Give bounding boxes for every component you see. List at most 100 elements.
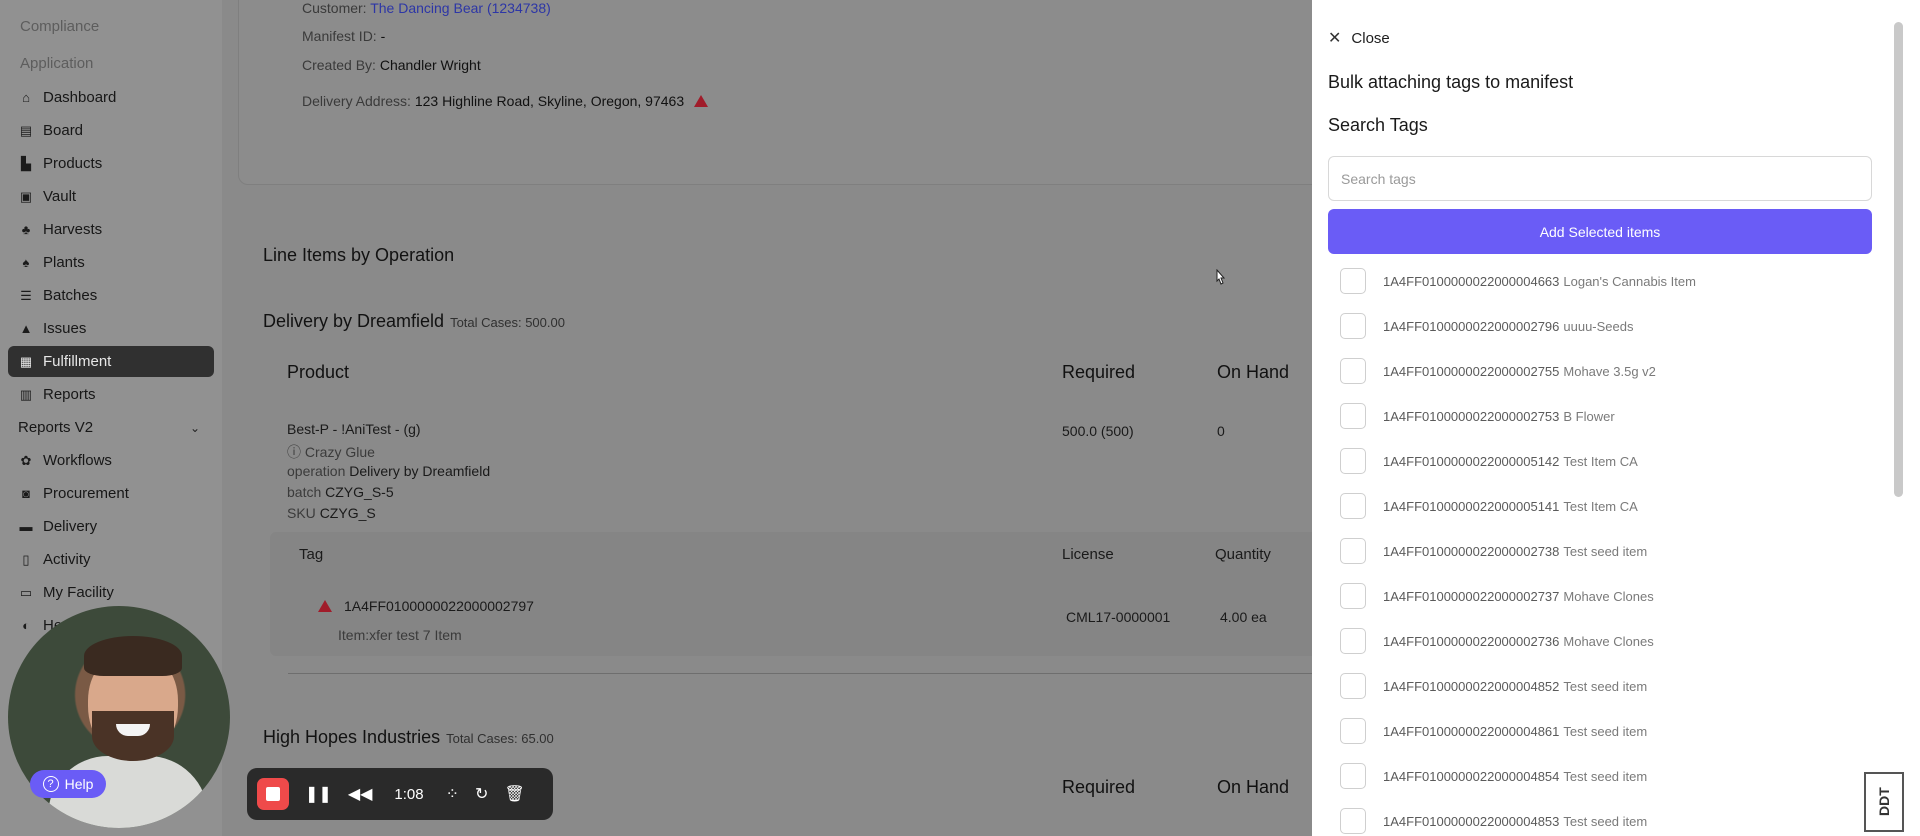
add-selected-items-button[interactable]: Add Selected items <box>1328 209 1872 254</box>
tag-checkbox[interactable] <box>1340 718 1366 744</box>
created-by-line: Created By: Chandler Wright <box>302 57 481 73</box>
pause-icon[interactable]: ❚❚ <box>305 784 332 804</box>
chart-icon: ▥ <box>19 386 33 402</box>
product-batch: batch CZYG_S-5 <box>287 484 394 500</box>
col-tag-header: Tag <box>299 546 324 563</box>
tag-checkbox[interactable] <box>1340 448 1366 474</box>
tag-checkbox[interactable] <box>1340 628 1366 654</box>
tag-list-item[interactable]: 1A4FF0100000022000002737 Mohave Clones <box>1340 583 1654 609</box>
sidebar-item-products[interactable]: ▙ Products <box>8 148 214 179</box>
col-required-header: Required <box>1062 362 1136 382</box>
stop-icon <box>266 787 280 801</box>
tag-checkbox[interactable] <box>1340 493 1366 519</box>
tag-list-item[interactable]: 1A4FF0100000022000005141 Test Item CA <box>1340 493 1638 519</box>
tag-list-item[interactable]: 1A4FF0100000022000004854 Test seed item <box>1340 763 1647 789</box>
recording-toolbar: ❚❚ ◀◀ 1:08 ⁘ ↻ 🗑 <box>247 768 553 820</box>
tag-checkbox[interactable] <box>1340 403 1366 429</box>
col-product-header: Product <box>287 362 350 382</box>
sidebar-item-delivery[interactable]: ▬ Delivery <box>8 511 214 542</box>
sidebar-section-compliance[interactable]: Compliance <box>20 18 99 35</box>
rewind-icon[interactable]: ◀◀ <box>348 784 373 804</box>
sidebar-item-batches[interactable]: ☰ Batches <box>8 280 214 311</box>
bag-icon: ◙ <box>22 486 30 501</box>
tag-list-item[interactable]: 1A4FF0100000022000004852 Test seed item <box>1340 673 1647 699</box>
tag-checkbox[interactable] <box>1340 673 1366 699</box>
tag-list-item[interactable]: 1A4FF0100000022000002736 Mohave Clones <box>1340 628 1654 654</box>
home-icon: ⌂ <box>22 90 30 105</box>
tag-checkbox[interactable] <box>1340 763 1366 789</box>
recording-timer: 1:08 <box>394 785 424 803</box>
tag-item-name: Item:xfer test 7 Item <box>338 627 462 643</box>
tag-checkbox[interactable] <box>1340 583 1366 609</box>
tag-list-item[interactable]: 1A4FF0100000022000004861 Test seed item <box>1340 718 1647 744</box>
tag-list-item[interactable]: 1A4FF0100000022000005142 Test Item CA <box>1340 448 1638 474</box>
pointer-cursor-icon <box>1216 269 1226 285</box>
warning-icon: ▲ <box>19 321 33 336</box>
board-icon: ▤ <box>19 122 33 138</box>
question-icon: ? <box>42 776 59 792</box>
col-required-header-2: Required <box>1062 777 1136 797</box>
tag-quantity: 4.00 ea <box>1220 609 1267 625</box>
help-button[interactable]: ? Help <box>30 770 106 798</box>
group-total-cases: Total Cases: 65.00 <box>446 731 554 746</box>
products-icon: ▙ <box>21 155 31 171</box>
tag-checkbox[interactable] <box>1340 268 1366 294</box>
trash-icon[interactable]: 🗑 <box>504 784 524 804</box>
sidebar-item-dashboard[interactable]: ⌂ Dashboard <box>8 82 214 113</box>
sidebar-item-board[interactable]: ▤ Board <box>8 115 214 146</box>
sidebar-item-harvests[interactable]: ♣ Harvests <box>8 214 214 245</box>
grid-icon[interactable]: ⁘ <box>446 784 459 804</box>
info-icon: ⓘ <box>287 444 305 460</box>
truck-icon: ▬ <box>19 519 33 534</box>
col-onhand-header-2: On Hand <box>1217 777 1290 797</box>
headset-icon: ◐ <box>22 618 30 633</box>
sidebar-item-reports-v2[interactable]: Reports V2 ⌄ <box>8 412 214 443</box>
bulk-tag-drawer: ✕ Close Bulk attaching tags to manifest S… <box>1312 0 1890 836</box>
fulfillment-icon: ▦ <box>19 353 33 369</box>
group-title-high-hopes: High Hopes Industries Total Cases: 65.00 <box>263 727 554 747</box>
search-tags-input[interactable] <box>1328 156 1872 201</box>
tag-list-item[interactable]: 1A4FF0100000022000004663 Logan's Cannabis… <box>1340 268 1696 294</box>
drawer-title: Bulk attaching tags to manifest <box>1328 72 1574 92</box>
onhand-value: 0 <box>1217 423 1225 439</box>
warning-icon <box>318 600 332 612</box>
sidebar-item-procurement[interactable]: ◙ Procurement <box>8 478 214 509</box>
harvest-icon: ♣ <box>21 222 31 237</box>
close-button[interactable]: ✕ Close <box>1328 28 1390 48</box>
tag-checkbox[interactable] <box>1340 313 1366 339</box>
plant-icon: ♠ <box>22 255 30 270</box>
tag-list-item[interactable]: 1A4FF0100000022000002796 uuuu-Seeds <box>1340 313 1634 339</box>
close-icon: ✕ <box>1328 30 1342 47</box>
sidebar-item-issues[interactable]: ▲ Issues <box>8 313 214 344</box>
main-content: Customer: The Dancing Bear (1234738) Man… <box>222 0 1338 836</box>
tag-checkbox[interactable] <box>1340 358 1366 384</box>
tag-checkbox[interactable] <box>1340 538 1366 564</box>
sidebar-item-fulfillment[interactable]: ▦ Fulfillment <box>8 346 214 377</box>
tag-list-item[interactable]: 1A4FF0100000022000002755 Mohave 3.5g v2 <box>1340 358 1656 384</box>
tag-list-item[interactable]: 1A4FF0100000022000002738 Test seed item <box>1340 538 1647 564</box>
divider <box>288 673 1338 674</box>
sidebar-item-my-facility[interactable]: ▭ My Facility <box>8 577 214 608</box>
vault-icon: ▣ <box>19 188 33 204</box>
sidebar-section-application[interactable]: Application <box>20 55 93 72</box>
sidebar-item-vault[interactable]: ▣ Vault <box>8 181 214 212</box>
search-tags-heading: Search Tags <box>1328 115 1428 135</box>
stop-recording-button[interactable] <box>257 778 289 810</box>
col-quantity-header: Quantity <box>1215 546 1271 563</box>
sidebar-item-activity[interactable]: ▯ Activity <box>8 544 214 575</box>
drawer-scrollbar[interactable] <box>1894 22 1903 497</box>
sidebar-item-workflows[interactable]: ✿ Workflows <box>8 445 214 476</box>
customer-link[interactable]: The Dancing Bear (1234738) <box>370 0 551 16</box>
ddt-logo: DDT <box>1864 772 1904 832</box>
activity-icon: ▯ <box>22 551 30 567</box>
facility-icon: ▭ <box>19 584 33 600</box>
line-items-heading: Line Items by Operation <box>263 245 455 265</box>
restart-icon[interactable]: ↻ <box>475 784 488 804</box>
sidebar-item-plants[interactable]: ♠ Plants <box>8 247 214 278</box>
tag-list-item[interactable]: 1A4FF0100000022000004853 Test seed item <box>1340 808 1647 834</box>
tag-row[interactable]: 1A4FF0100000022000002797 <box>318 598 534 614</box>
tag-checkbox[interactable] <box>1340 808 1366 834</box>
tag-list-item[interactable]: 1A4FF0100000022000002753 B Flower <box>1340 403 1615 429</box>
sidebar-item-reports[interactable]: ▥ Reports <box>8 379 214 410</box>
col-license-header: License <box>1062 546 1114 563</box>
